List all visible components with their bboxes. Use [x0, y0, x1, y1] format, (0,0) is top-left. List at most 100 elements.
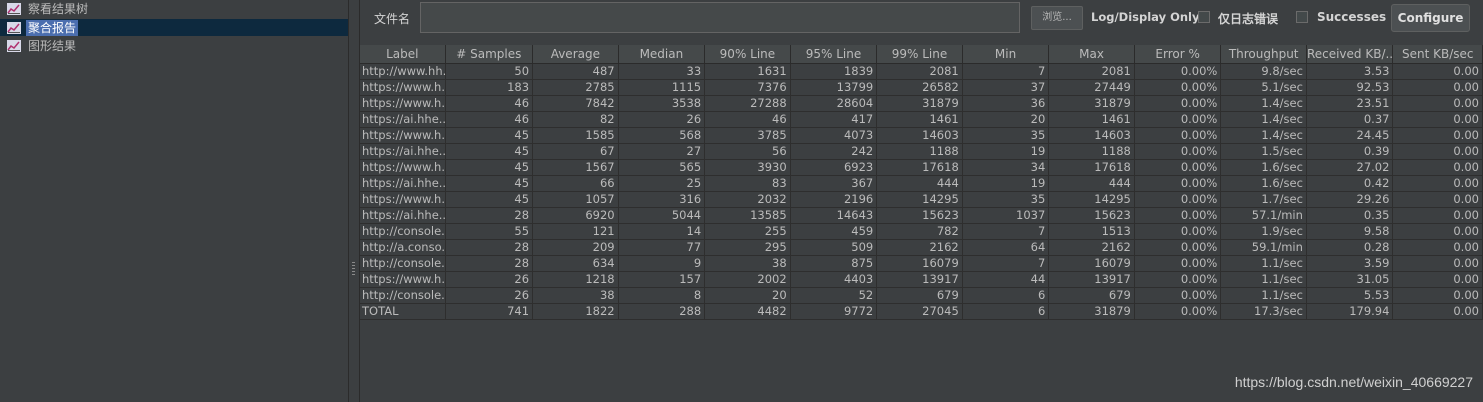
table-row[interactable]: https://www.h... 183 2785 1115 7376 13799 2658… [360, 80, 1483, 96]
column-header[interactable]: 99% Line [877, 45, 963, 63]
table-cell: 1188 [877, 144, 963, 160]
table-cell: 0.00% [1134, 192, 1222, 208]
table-cell: 242 [790, 144, 878, 160]
table-cell: 0.28 [1306, 240, 1394, 256]
table-row[interactable]: https://ai.hhe... 45 66 25 83 367 444 19 444 0.00… [360, 176, 1483, 192]
table-cell: 0.00% [1134, 64, 1222, 80]
filename-input[interactable] [420, 2, 1020, 33]
table-row[interactable]: https://ai.hhe... 28 6920 5044 13585 14643 156… [360, 208, 1483, 224]
table-cell: 1.6/sec [1221, 160, 1307, 176]
table-cell: 7 [962, 224, 1050, 240]
table-row[interactable]: https://ai.hhe... 45 67 27 56 242 1188 19 1188 0.… [360, 144, 1483, 160]
table-cell: 0.00 [1393, 304, 1483, 320]
table-cell: 38 [705, 256, 791, 272]
table-cell: 14295 [877, 192, 963, 208]
column-header[interactable]: Min [963, 45, 1050, 63]
table-cell: 9.58 [1306, 224, 1394, 240]
table-cell: 64 [962, 240, 1050, 256]
table-cell: 19 [962, 176, 1050, 192]
table-cell: 487 [533, 64, 619, 80]
column-header[interactable]: Sent KB/sec [1393, 45, 1483, 63]
table-cell: 26 [618, 112, 706, 128]
table-cell: 0.00 [1393, 96, 1483, 112]
table-cell: 1.6/sec [1221, 176, 1307, 192]
table-cell: 45 [445, 192, 534, 208]
table-cell: 0.00% [1134, 144, 1222, 160]
table-cell: https://ai.hhe... [360, 112, 446, 128]
column-header[interactable]: # Samples [446, 45, 534, 63]
table-cell: 7376 [705, 80, 791, 96]
table-row[interactable]: https://ai.hhe... 46 82 26 46 417 1461 20 1461 0.… [360, 112, 1483, 128]
table-cell: 31.05 [1306, 272, 1394, 288]
splitter-grip-icon[interactable] [352, 262, 355, 276]
tree-item-label: 聚合报告 [26, 19, 79, 36]
column-header[interactable]: Throughput [1221, 45, 1307, 63]
column-header[interactable]: 95% Line [791, 45, 878, 63]
table-cell: 31879 [1049, 304, 1135, 320]
table-row[interactable]: http://console... 26 38 8 20 52 679 6 679 0.00% 1.… [360, 288, 1483, 304]
table-cell: 0.00 [1393, 80, 1483, 96]
table-cell: 7 [962, 256, 1050, 272]
table-cell: 875 [790, 256, 878, 272]
table-row[interactable]: https://www.h... 45 1567 565 3930 6923 17618 34… [360, 160, 1483, 176]
table-cell: 9772 [790, 304, 878, 320]
table-row[interactable]: https://www.h... 45 1057 316 2032 2196 14295 35… [360, 192, 1483, 208]
table-cell: 1461 [877, 112, 963, 128]
column-header[interactable]: Error % [1135, 45, 1222, 63]
column-header[interactable]: Average [533, 45, 619, 63]
table-cell: 0.00 [1393, 112, 1483, 128]
table-cell: 1631 [705, 64, 791, 80]
configure-button[interactable]: Configure [1391, 4, 1470, 32]
table-cell: 19 [962, 144, 1050, 160]
table-row[interactable]: TOTAL 741 1822 288 4482 9772 27045 6 31879 0.00% 1… [360, 304, 1483, 320]
table-row[interactable]: https://www.h... 46 7842 3538 27288 28604 3187… [360, 96, 1483, 112]
browse-button[interactable]: 浏览... [1031, 6, 1083, 30]
table-cell: 255 [705, 224, 791, 240]
table-row[interactable]: http://www.hh... 50 487 33 1631 1839 2081 7 2081… [360, 64, 1483, 80]
chart-icon [7, 21, 21, 34]
table-cell: 34 [962, 160, 1050, 176]
table-cell: 179.94 [1306, 304, 1394, 320]
table-cell: 634 [533, 256, 619, 272]
table-cell: 31879 [877, 96, 963, 112]
table-cell: 46 [445, 96, 534, 112]
table-row[interactable]: https://www.h... 45 1585 568 3785 4073 14603 35… [360, 128, 1483, 144]
successes-checkbox[interactable] [1296, 11, 1308, 23]
table-cell: 77 [618, 240, 706, 256]
table-cell: 782 [877, 224, 963, 240]
table-cell: 1218 [533, 272, 619, 288]
table-cell: 27 [618, 144, 706, 160]
table-cell: 3.59 [1306, 256, 1394, 272]
table-cell: 14295 [1049, 192, 1135, 208]
table-row[interactable]: http://console... 28 634 9 38 875 16079 7 16079 0… [360, 256, 1483, 272]
table-cell: 0.00% [1134, 80, 1222, 96]
column-header[interactable]: Max [1049, 45, 1135, 63]
table-cell: 0.00% [1134, 240, 1222, 256]
table-row[interactable]: https://www.h... 26 1218 157 2002 4403 13917 44… [360, 272, 1483, 288]
table-cell: 14603 [877, 128, 963, 144]
column-header[interactable]: 90% Line [705, 45, 791, 63]
table-cell: 36 [962, 96, 1050, 112]
column-header[interactable]: Received KB/... [1307, 45, 1394, 63]
table-cell: 46 [445, 112, 534, 128]
table-cell: 2162 [877, 240, 963, 256]
table-cell: 14643 [790, 208, 878, 224]
table-row[interactable]: http://console... 55 121 14 255 459 782 7 1513 0.… [360, 224, 1483, 240]
column-header[interactable]: Median [619, 45, 706, 63]
table-cell: 55 [445, 224, 534, 240]
tree-item-view-results-tree[interactable]: 察看结果树 [0, 0, 90, 17]
table-cell: 0.00 [1393, 128, 1483, 144]
panel-splitter[interactable] [348, 0, 360, 402]
table-cell: 1567 [533, 160, 619, 176]
tree-item-aggregate-report[interactable]: 聚合报告 [0, 19, 348, 36]
table-cell: 1839 [790, 64, 878, 80]
table-cell: 183 [445, 80, 534, 96]
table-cell: 459 [790, 224, 878, 240]
errors-only-checkbox[interactable] [1198, 11, 1210, 23]
table-row[interactable]: http://a.conso... 28 209 77 295 509 2162 64 2162… [360, 240, 1483, 256]
aggregate-table: Label # Samples Average Median 90% Line 95% L… [360, 45, 1483, 320]
column-header[interactable]: Label [360, 45, 446, 63]
tree-item-graph-results[interactable]: 图形结果 [0, 37, 78, 54]
table-cell: 92.53 [1306, 80, 1394, 96]
table-cell: 28 [445, 240, 534, 256]
